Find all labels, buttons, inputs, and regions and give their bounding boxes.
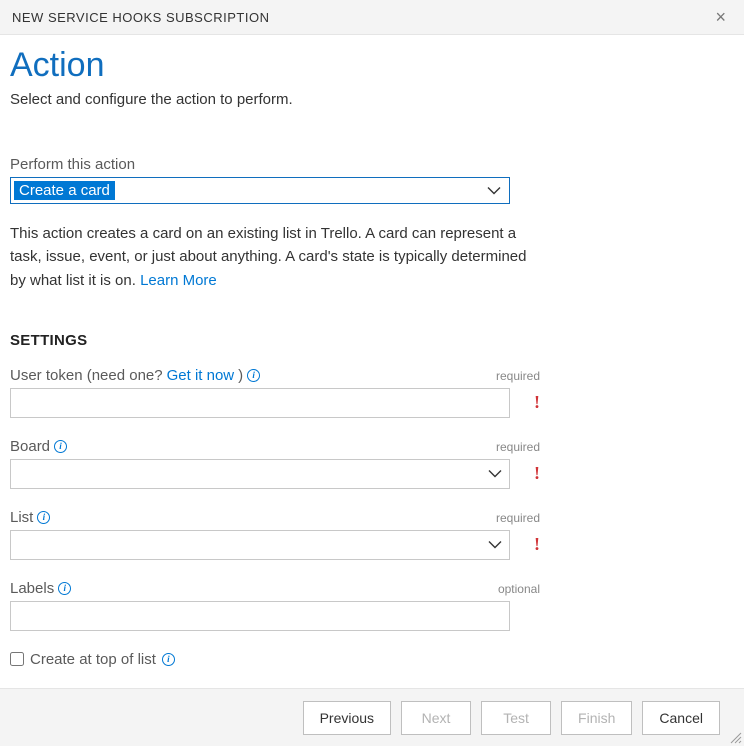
labels-label: Labels i — [10, 580, 71, 597]
field-user-token: User token (need one? Get it now) i requ… — [10, 367, 540, 418]
action-selected-value: Create a card — [14, 181, 115, 200]
dialog-footer: Previous Next Test Finish Cancel — [0, 688, 744, 746]
learn-more-link[interactable]: Learn More — [140, 272, 217, 289]
info-icon[interactable]: i — [58, 582, 71, 595]
page-heading: Action — [10, 46, 734, 85]
description-text: This action creates a card on an existin… — [10, 225, 526, 289]
optional-tag: optional — [498, 582, 540, 596]
required-tag: required — [496, 511, 540, 525]
next-button[interactable]: Next — [401, 701, 471, 735]
test-button[interactable]: Test — [481, 701, 551, 735]
field-list: List i required ! — [10, 509, 540, 560]
field-create-top: Create at top of list i — [10, 651, 734, 668]
error-icon: ! — [534, 392, 540, 413]
required-tag: required — [496, 440, 540, 454]
get-it-now-link[interactable]: Get it now — [167, 367, 235, 384]
action-label: Perform this action — [10, 156, 734, 173]
field-board: Board i required ! — [10, 438, 540, 489]
field-labels: Labels i optional — [10, 580, 540, 631]
list-select[interactable] — [10, 530, 510, 560]
error-icon: ! — [534, 463, 540, 484]
info-icon[interactable]: i — [37, 511, 50, 524]
labels-input[interactable] — [10, 601, 510, 631]
action-description: This action creates a card on an existin… — [10, 222, 530, 292]
action-select[interactable]: Create a card — [10, 177, 510, 204]
user-token-label: User token (need one? Get it now) i — [10, 367, 260, 384]
required-tag: required — [496, 369, 540, 383]
finish-button[interactable]: Finish — [561, 701, 632, 735]
previous-button[interactable]: Previous — [303, 701, 391, 735]
settings-heading: SETTINGS — [10, 332, 734, 349]
board-label: Board i — [10, 438, 67, 455]
info-icon[interactable]: i — [54, 440, 67, 453]
dialog-content: Action Select and configure the action t… — [0, 34, 744, 688]
info-icon[interactable]: i — [162, 653, 175, 666]
user-token-input[interactable] — [10, 388, 510, 418]
cancel-button[interactable]: Cancel — [642, 701, 720, 735]
page-subtitle: Select and configure the action to perfo… — [10, 91, 734, 108]
chevron-down-icon — [487, 186, 501, 195]
dialog-header: NEW SERVICE HOOKS SUBSCRIPTION × — [0, 0, 744, 35]
resize-grip-icon — [728, 730, 742, 744]
create-top-label: Create at top of list — [30, 651, 156, 668]
close-icon[interactable]: × — [709, 8, 732, 26]
list-label: List i — [10, 509, 50, 526]
info-icon[interactable]: i — [247, 369, 260, 382]
create-top-checkbox[interactable] — [10, 652, 24, 666]
board-select[interactable] — [10, 459, 510, 489]
dialog-title: NEW SERVICE HOOKS SUBSCRIPTION — [12, 10, 269, 25]
error-icon: ! — [534, 534, 540, 555]
